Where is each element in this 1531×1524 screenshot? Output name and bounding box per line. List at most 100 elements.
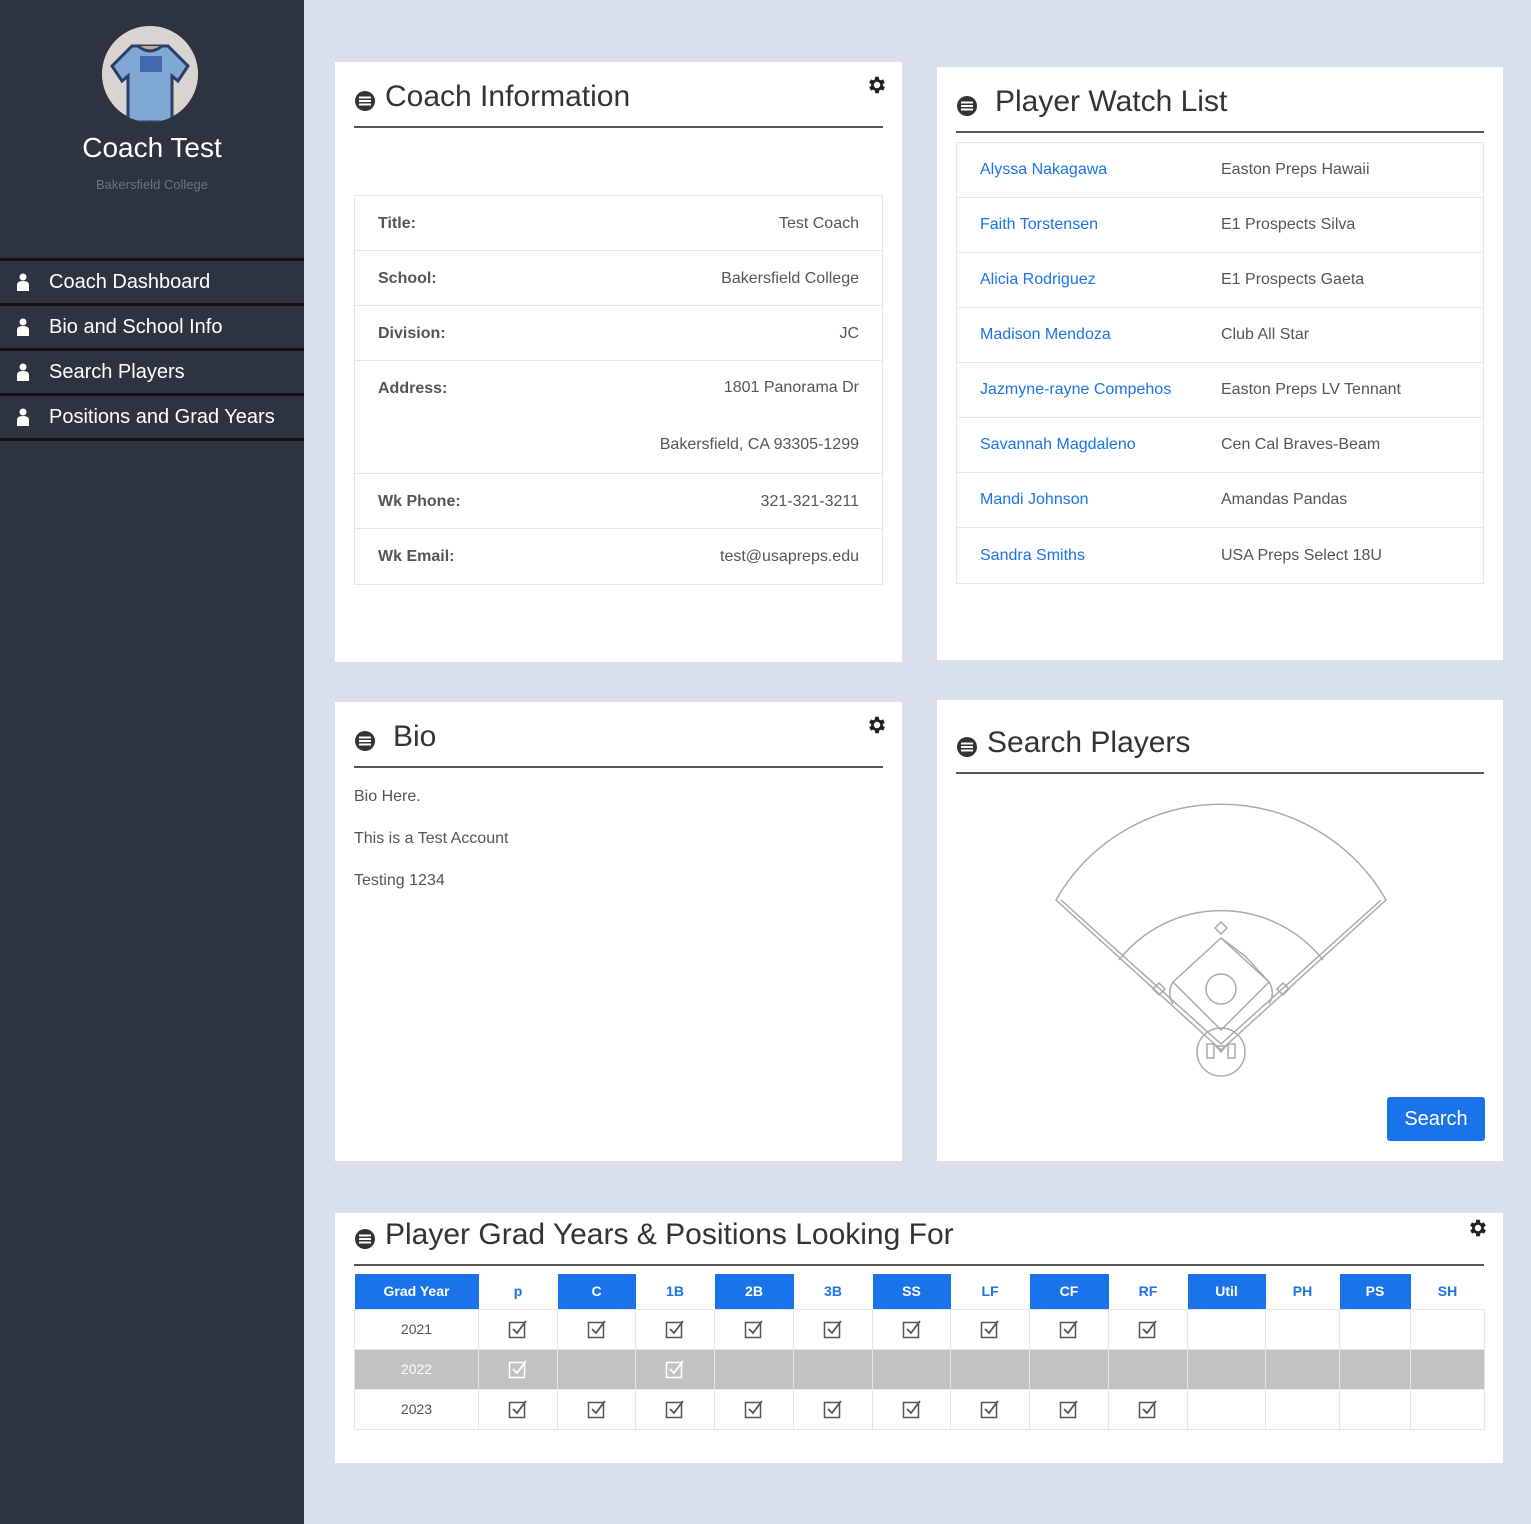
address-line-2: Bakersfield, CA 93305-1299 xyxy=(659,436,859,453)
position-cell[interactable] xyxy=(1029,1388,1109,1430)
position-cell[interactable] xyxy=(635,1308,715,1350)
checked-box-icon xyxy=(665,1320,684,1339)
position-cell[interactable] xyxy=(1187,1348,1266,1390)
table-row: 2022 xyxy=(354,1348,1485,1390)
checked-box-icon xyxy=(980,1400,999,1419)
position-cell[interactable] xyxy=(557,1348,636,1390)
column-header: PS xyxy=(1339,1274,1411,1309)
info-label: Wk Phone: xyxy=(378,493,461,510)
coach-info-table: Title: Test Coach School: Bakersfield Co… xyxy=(354,195,883,585)
nav-label: Positions and Grad Years xyxy=(49,405,275,428)
position-cell[interactable] xyxy=(1265,1388,1340,1430)
player-link[interactable]: Savannah Magdaleno xyxy=(957,436,1221,454)
player-link[interactable]: Alyssa Nakagawa xyxy=(957,161,1221,179)
info-label: School: xyxy=(378,270,437,287)
list-item: Savannah Magdaleno Cen Cal Braves-Beam xyxy=(957,418,1483,473)
position-cell[interactable] xyxy=(872,1308,951,1350)
position-cell[interactable] xyxy=(1108,1308,1188,1350)
position-cell[interactable] xyxy=(714,1348,794,1390)
position-cell[interactable] xyxy=(793,1308,873,1350)
user-icon xyxy=(16,318,30,336)
position-cell[interactable] xyxy=(478,1308,558,1350)
position-cell[interactable] xyxy=(950,1308,1030,1350)
panel-header: Bio xyxy=(354,702,883,768)
nav-item-coach-dashboard[interactable]: Coach Dashboard xyxy=(0,261,304,306)
player-link[interactable]: Mandi Johnson xyxy=(957,491,1221,509)
panel-header: Coach Information xyxy=(354,62,883,128)
position-cell[interactable] xyxy=(1339,1388,1411,1430)
position-cell[interactable] xyxy=(1187,1388,1266,1430)
column-header: 3B xyxy=(793,1274,873,1309)
position-cell[interactable] xyxy=(714,1388,794,1430)
position-cell[interactable] xyxy=(635,1348,715,1390)
position-cell[interactable] xyxy=(1410,1348,1485,1390)
checked-box-icon xyxy=(587,1400,606,1419)
position-cell[interactable] xyxy=(1410,1388,1485,1430)
position-cell[interactable] xyxy=(1265,1308,1340,1350)
info-row-email: Wk Email: test@usapreps.edu xyxy=(355,529,882,584)
position-cell[interactable] xyxy=(1339,1348,1411,1390)
position-cell[interactable] xyxy=(557,1388,636,1430)
position-cell[interactable] xyxy=(793,1388,873,1430)
list-item: Madison Mendoza Club All Star xyxy=(957,308,1483,363)
position-cell[interactable] xyxy=(793,1348,873,1390)
position-cell[interactable] xyxy=(1029,1308,1109,1350)
player-link[interactable]: Faith Torstensen xyxy=(957,216,1221,234)
softball-field-diagram[interactable] xyxy=(1055,798,1387,1082)
position-cell[interactable] xyxy=(872,1388,951,1430)
player-team: Easton Preps LV Tennant xyxy=(1221,381,1401,398)
table-row: 2023 xyxy=(354,1388,1485,1430)
position-cell[interactable] xyxy=(950,1388,1030,1430)
info-value: 1801 Panorama Dr Bakersfield, CA 93305-1… xyxy=(660,361,859,453)
nav-item-search-players[interactable]: Search Players xyxy=(0,351,304,396)
position-cell[interactable] xyxy=(1339,1308,1411,1350)
avatar[interactable] xyxy=(102,26,198,122)
bio-panel: Bio Bio Here. This is a Test Account Tes… xyxy=(335,702,902,1161)
column-header: SH xyxy=(1410,1274,1485,1309)
position-cell[interactable] xyxy=(872,1348,951,1390)
checked-box-icon xyxy=(902,1320,921,1339)
position-cell[interactable] xyxy=(1108,1348,1188,1390)
checked-box-icon xyxy=(508,1360,527,1379)
list-item: Jazmyne-rayne Compehos Easton Preps LV Te… xyxy=(957,363,1483,418)
position-cell[interactable] xyxy=(1265,1348,1340,1390)
gear-icon[interactable] xyxy=(866,714,888,736)
coach-info-panel: Coach Information Title: Test Coach Scho… xyxy=(335,62,902,662)
position-cell[interactable] xyxy=(557,1308,636,1350)
player-link[interactable]: Jazmyne-rayne Compehos xyxy=(957,381,1221,399)
panel-header: Player Watch List xyxy=(956,67,1484,133)
panel-title: Coach Information xyxy=(385,80,631,113)
search-button[interactable]: Search xyxy=(1387,1097,1485,1141)
player-team: E1 Prospects Gaeta xyxy=(1221,271,1365,288)
gear-icon[interactable] xyxy=(1467,1217,1489,1239)
grad-table-body: 2021 2022 2023 xyxy=(354,1308,1485,1430)
info-label: Address: xyxy=(378,380,448,397)
column-header: Util xyxy=(1187,1274,1266,1309)
position-cell[interactable] xyxy=(478,1348,558,1390)
player-link[interactable]: Sandra Smiths xyxy=(957,547,1221,565)
info-row-phone: Wk Phone: 321-321-3211 xyxy=(355,474,882,529)
column-header: 2B xyxy=(714,1274,794,1309)
column-header: SS xyxy=(872,1274,951,1309)
nav-item-positions-grad-years[interactable]: Positions and Grad Years xyxy=(0,396,304,441)
table-header-row: Grad Year p C 1B 2B 3B SS LF CF RF Util … xyxy=(354,1274,1485,1309)
info-value: Bakersfield College xyxy=(721,270,859,287)
player-link[interactable]: Alicia Rodriguez xyxy=(957,271,1221,289)
nav-item-bio-school-info[interactable]: Bio and School Info xyxy=(0,306,304,351)
watch-list-table: Alyssa Nakagawa Easton Preps Hawaii Faith… xyxy=(956,142,1484,584)
column-header: Grad Year xyxy=(354,1274,479,1309)
player-link[interactable]: Madison Mendoza xyxy=(957,326,1221,344)
user-icon xyxy=(16,273,30,291)
position-cell[interactable] xyxy=(1029,1348,1109,1390)
position-cell[interactable] xyxy=(1187,1308,1266,1350)
position-cell[interactable] xyxy=(1410,1308,1485,1350)
circle-menu-icon xyxy=(355,91,375,111)
position-cell[interactable] xyxy=(714,1308,794,1350)
position-cell[interactable] xyxy=(1108,1388,1188,1430)
gear-icon[interactable] xyxy=(866,74,888,96)
position-cell[interactable] xyxy=(635,1388,715,1430)
position-cell[interactable] xyxy=(478,1388,558,1430)
position-cell[interactable] xyxy=(950,1348,1030,1390)
info-value: JC xyxy=(839,325,859,342)
list-item: Mandi Johnson Amandas Pandas xyxy=(957,473,1483,528)
